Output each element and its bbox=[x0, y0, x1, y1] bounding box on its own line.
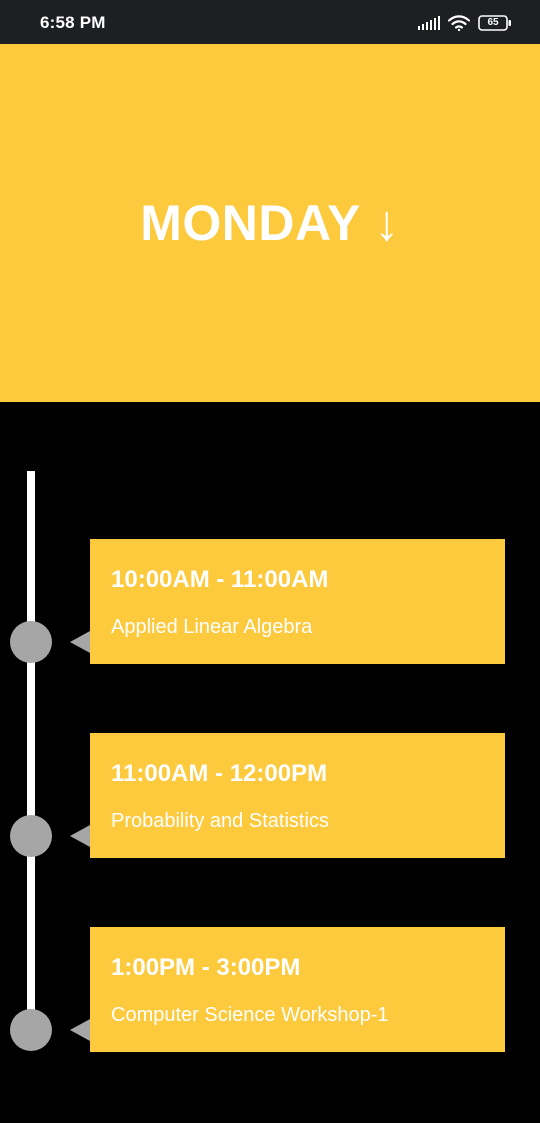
schedule-card[interactable]: 10:00AM - 11:00AM Applied Linear Algebra bbox=[90, 539, 505, 664]
screen: 6:58 PM 65 MONDAY ↓ 10:00AM - 11:00AM Ap… bbox=[0, 0, 540, 1123]
schedule-subject: Probability and Statistics bbox=[111, 810, 329, 832]
wifi-icon bbox=[448, 15, 470, 31]
battery-icon: 65 bbox=[478, 15, 512, 31]
schedule-subject: Applied Linear Algebra bbox=[111, 616, 313, 638]
schedule-card[interactable]: 1:00PM - 3:00PM Computer Science Worksho… bbox=[90, 927, 505, 1052]
status-time: 6:58 PM bbox=[40, 13, 106, 32]
schedule-time: 1:00PM - 3:00PM bbox=[111, 954, 301, 981]
schedule-time: 11:00AM - 12:00PM bbox=[111, 760, 328, 787]
day-header[interactable]: MONDAY ↓ bbox=[0, 44, 540, 402]
schedule-card[interactable]: 11:00AM - 12:00PM Probability and Statis… bbox=[90, 733, 505, 858]
status-icons: 65 bbox=[418, 13, 512, 33]
timeline-dot bbox=[10, 815, 52, 857]
timeline-dot bbox=[10, 1009, 52, 1051]
signal-icon bbox=[418, 16, 440, 30]
schedule-subject: Computer Science Workshop-1 bbox=[111, 1004, 389, 1026]
schedule-time: 10:00AM - 11:00AM bbox=[111, 566, 329, 593]
battery-level: 65 bbox=[487, 17, 499, 28]
status-bar: 6:58 PM 65 bbox=[0, 0, 540, 44]
pointer-arrow-icon bbox=[70, 825, 90, 847]
timeline-line bbox=[27, 471, 35, 1019]
day-title: MONDAY ↓ bbox=[140, 195, 400, 251]
pointer-arrow-icon bbox=[70, 631, 90, 653]
pointer-arrow-icon bbox=[70, 1019, 90, 1041]
timeline-dot bbox=[10, 621, 52, 663]
